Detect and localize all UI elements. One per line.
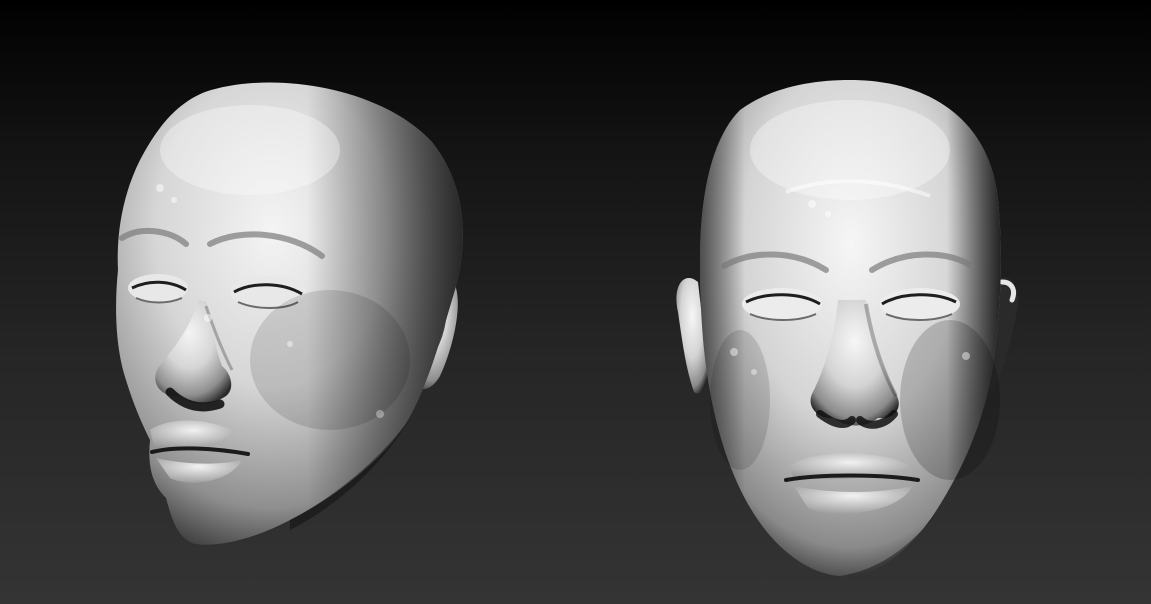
eye-left-head-a bbox=[128, 274, 188, 304]
eye-right-head-b bbox=[880, 288, 960, 321]
front-head bbox=[676, 80, 1018, 577]
sculpt-viewport[interactable] bbox=[0, 0, 1151, 604]
three-quarter-head bbox=[116, 82, 463, 545]
eye-right-head-a bbox=[742, 288, 822, 321]
render-canvas bbox=[116, 80, 1018, 577]
